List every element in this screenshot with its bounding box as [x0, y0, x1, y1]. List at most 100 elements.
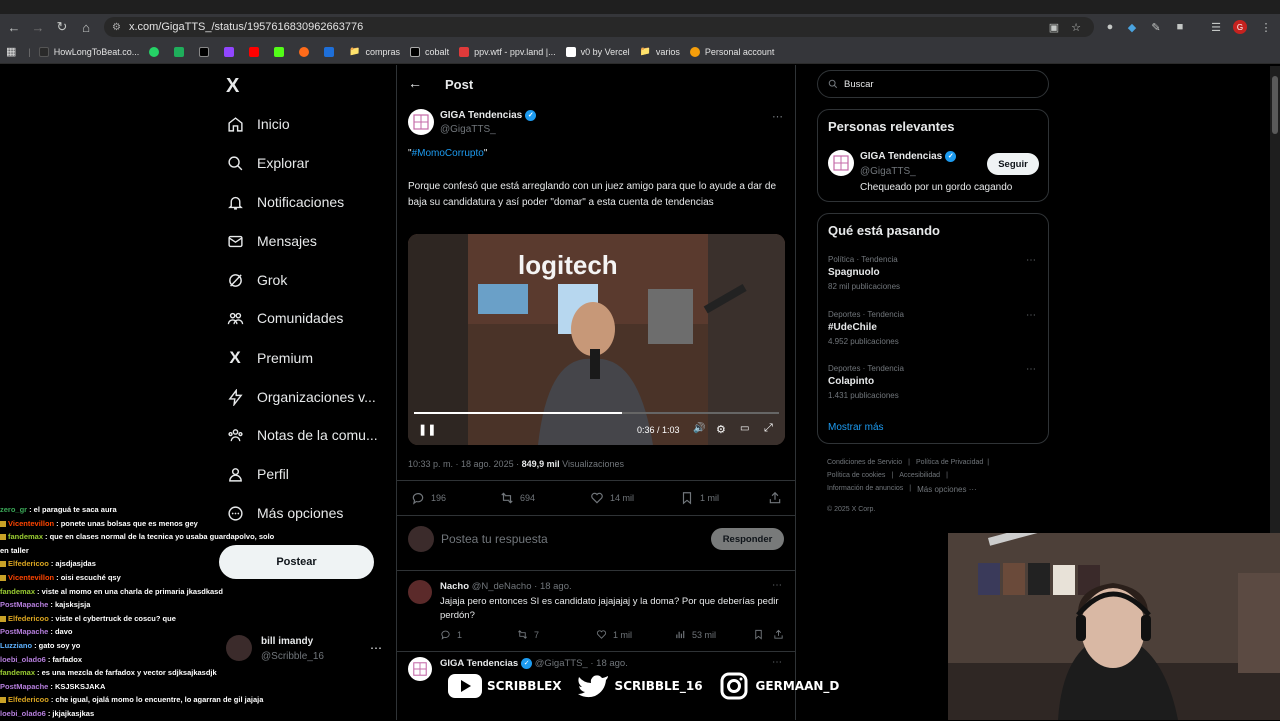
- nav-messages[interactable]: Mensajes: [226, 229, 317, 253]
- nav-organizations[interactable]: Organizaciones v...: [226, 385, 376, 409]
- trend-more-icon[interactable]: ⋯: [1026, 255, 1036, 266]
- reply-submit-button[interactable]: Responder: [711, 528, 784, 550]
- search-input[interactable]: Buscar: [844, 79, 874, 90]
- reply-views[interactable]: 53 mil: [675, 629, 716, 640]
- bookmark-orange-icon[interactable]: [299, 46, 314, 57]
- author-handle[interactable]: @GigaTTS_: [440, 124, 496, 135]
- privacy-link[interactable]: Política de Privacidad: [916, 459, 983, 466]
- reply-avatar[interactable]: [408, 657, 432, 681]
- post-more-icon[interactable]: ⋯: [772, 110, 783, 123]
- reply-repost-button[interactable]: 7: [517, 629, 539, 640]
- reply-author-name[interactable]: Nacho: [440, 581, 469, 592]
- bookmark-cobalt[interactable]: cobalt: [410, 46, 449, 57]
- pip-icon[interactable]: ▭: [740, 423, 749, 434]
- back-icon[interactable]: ←: [2, 15, 26, 39]
- chat-text: : que en clases normal de la tecnica yo …: [45, 532, 275, 542]
- footer-more-link[interactable]: Más opciones ···: [917, 485, 977, 494]
- fullscreen-icon[interactable]: ⤢: [764, 422, 773, 435]
- like-button[interactable]: 14 mil: [590, 491, 634, 505]
- cookies-link[interactable]: Política de cookies: [827, 472, 885, 479]
- reply-author-name[interactable]: GIGA Tendencias: [440, 658, 518, 669]
- bookmark-folder-compras[interactable]: 📁 compras: [349, 46, 400, 57]
- pause-icon[interactable]: ❚❚: [418, 423, 436, 436]
- trend-more-icon[interactable]: ⋯: [1026, 364, 1036, 375]
- whatsapp-icon[interactable]: [149, 46, 164, 57]
- nav-communities[interactable]: Comunidades: [226, 306, 343, 330]
- author-name[interactable]: GIGA Tendencias ✓: [440, 110, 537, 121]
- nav-profile[interactable]: Perfil: [226, 462, 289, 486]
- nav-explore[interactable]: Explorar: [226, 151, 309, 175]
- reply-share-icon[interactable]: [773, 629, 790, 640]
- volume-icon[interactable]: 🔊: [693, 423, 705, 434]
- bookmark-blue-icon[interactable]: [324, 46, 339, 57]
- chat-message: fandemax: viste al momo en una charla de…: [0, 585, 282, 599]
- trend-item[interactable]: Deportes · Tendencia #UdeChile 4.952 pub…: [828, 310, 904, 346]
- forward-icon[interactable]: →: [26, 15, 50, 39]
- relevant-handle[interactable]: @GigaTTS_: [860, 166, 916, 177]
- follow-button[interactable]: Seguir: [987, 153, 1039, 175]
- apps-icon[interactable]: ▦: [6, 45, 16, 58]
- bookmark-howlongtobeat[interactable]: HowLongToBeat.co...: [38, 46, 139, 57]
- bookmark-star-icon[interactable]: ☆: [1066, 17, 1086, 37]
- nav-notifications[interactable]: Notificaciones: [226, 190, 344, 214]
- reload-icon[interactable]: ↻: [50, 15, 74, 39]
- account-menu-icon[interactable]: ⋯: [370, 641, 382, 655]
- bookmark-green-icon[interactable]: [174, 46, 189, 57]
- relevant-avatar[interactable]: [828, 150, 854, 176]
- reply-button[interactable]: 196: [411, 491, 446, 505]
- nav-grok[interactable]: Grok: [226, 268, 287, 292]
- extension-pen-icon[interactable]: ✎: [1146, 17, 1166, 37]
- video-player[interactable]: logitech ❚❚ 0:36 / 1:03 🔊 ⚙ ▭ ⤢: [408, 234, 785, 445]
- x-logo[interactable]: X: [226, 75, 239, 98]
- reply-like-button[interactable]: 1 mil: [596, 629, 632, 640]
- relevant-name[interactable]: GIGA Tendencias ✓: [860, 151, 957, 162]
- home-icon[interactable]: ⌂: [74, 15, 98, 39]
- bookmark-personal-account[interactable]: Personal account: [689, 46, 774, 57]
- reply-more-icon[interactable]: ⋯: [772, 580, 782, 591]
- nav-premium[interactable]: X Premium: [226, 346, 313, 370]
- reply-avatar[interactable]: [408, 580, 432, 604]
- bookmark-ppv[interactable]: ppv.wtf - ppv.land |...: [459, 46, 556, 57]
- bookmark-folder-varios[interactable]: 📁 varios: [640, 46, 680, 57]
- reading-list-icon[interactable]: ☰: [1206, 17, 1226, 37]
- bookmark-v0[interactable]: v0 by Vercel: [565, 46, 630, 57]
- hashtag-link[interactable]: #MomoCorrupto: [412, 148, 484, 159]
- back-arrow-icon[interactable]: ←: [408, 75, 422, 91]
- extension-glasses-icon[interactable]: ●: [1100, 17, 1120, 37]
- bookmark-purple-icon[interactable]: [224, 46, 239, 57]
- reply-reply-button[interactable]: 1: [440, 629, 462, 640]
- reply-bookmark-icon[interactable]: [753, 629, 770, 640]
- ads-info-link[interactable]: Información de anuncios: [827, 485, 903, 494]
- reply-more-icon[interactable]: ⋯: [772, 657, 782, 668]
- search-box[interactable]: Buscar: [817, 70, 1049, 98]
- reply-author-handle[interactable]: @GigaTTS_ · 18 ago.: [535, 658, 628, 669]
- reply-input[interactable]: Postea tu respuesta: [441, 532, 548, 546]
- install-icon[interactable]: ▣: [1044, 17, 1064, 37]
- chat-text: : davo: [50, 627, 73, 637]
- extension-translate-icon[interactable]: ◆: [1122, 17, 1142, 37]
- trend-more-icon[interactable]: ⋯: [1026, 310, 1036, 321]
- share-icon[interactable]: [768, 491, 788, 505]
- youtube-bookmark-icon[interactable]: [249, 46, 264, 57]
- address-bar[interactable]: ⚙ x.com/GigaTTS_/status/1957616830962663…: [104, 17, 1094, 37]
- accessibility-link[interactable]: Accesibilidad: [899, 472, 940, 479]
- show-more-link[interactable]: Mostrar más: [828, 422, 884, 433]
- settings-gear-icon[interactable]: ⚙: [716, 423, 726, 436]
- terms-link[interactable]: Condiciones de Servicio: [827, 459, 902, 466]
- bookmark-button[interactable]: 1 mil: [680, 491, 719, 505]
- x-bookmark-icon[interactable]: [199, 46, 214, 57]
- trend-item[interactable]: Deportes · Tendencia Colapinto 1.431 pub…: [828, 364, 904, 400]
- chat-username: loebi_olado6: [0, 654, 46, 664]
- author-avatar[interactable]: [408, 109, 434, 135]
- extensions-puzzle-icon[interactable]: ■: [1170, 17, 1190, 37]
- trend-item[interactable]: Política · Tendencia Spagnuolo 82 mil pu…: [828, 255, 900, 291]
- reply-author-handle[interactable]: @N_deNacho · 18 ago.: [472, 581, 572, 592]
- scrollbar-thumb[interactable]: [1272, 76, 1278, 134]
- kick-bookmark-icon[interactable]: [274, 46, 289, 57]
- nav-home[interactable]: Inicio: [226, 112, 290, 136]
- repost-button[interactable]: 694: [500, 491, 535, 505]
- browser-menu-icon[interactable]: ⋮: [1256, 17, 1276, 37]
- site-info-icon[interactable]: ⚙: [112, 22, 121, 33]
- nav-community-notes[interactable]: Notas de la comu...: [226, 423, 378, 447]
- profile-avatar[interactable]: G: [1230, 17, 1250, 37]
